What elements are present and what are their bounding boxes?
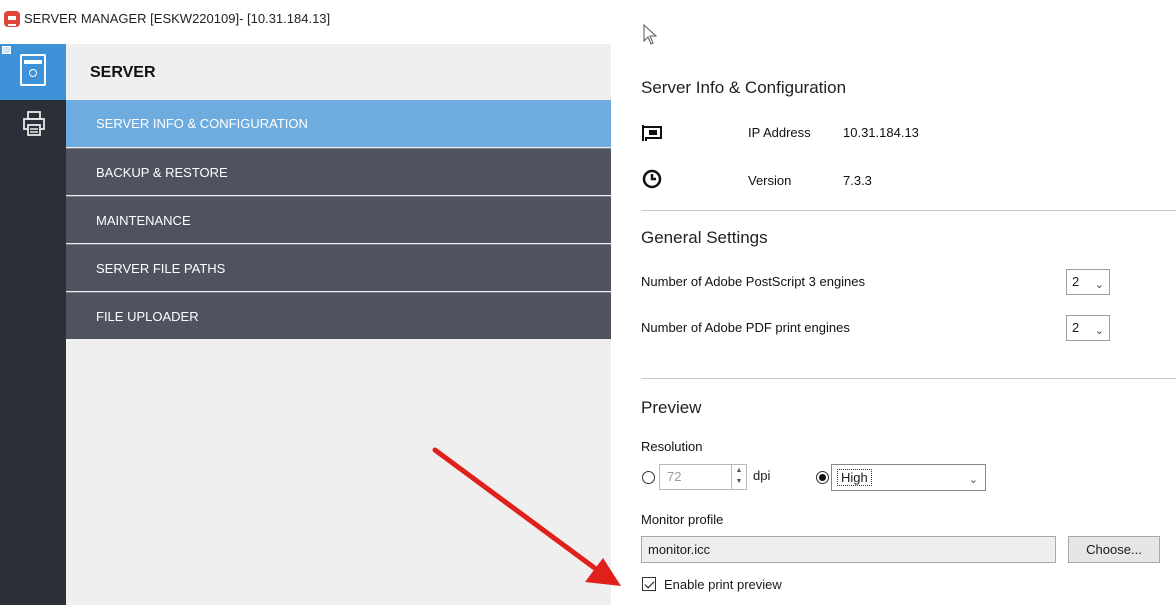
dpi-spinbox[interactable]: 72 ▲ ▼ [659,464,747,490]
chevron-down-icon: ⌄ [1094,279,1104,291]
chevron-down-icon: ⌄ [968,474,978,486]
version-label: Version [748,173,792,188]
resolution-label: Resolution [641,439,703,454]
clock-icon [642,169,662,189]
dpi-radio[interactable] [642,471,655,484]
title-bar: SERVER MANAGER [ESKW220109]- [10.31.184.… [0,0,612,44]
enable-print-preview-checkbox[interactable] [642,577,656,591]
resolution-select[interactable]: High ⌄ [831,464,986,491]
rail-item-server[interactable] [0,44,66,100]
resolution-select-value: High [837,469,872,486]
section-divider [641,210,1176,211]
sidebar-item-file-uploader[interactable]: FILE UPLOADER [66,292,611,339]
server-tag-icon [2,46,11,54]
ip-address-value: 10.31.184.13 [843,125,919,140]
spin-arrows-icon[interactable]: ▲ ▼ [731,465,746,489]
mouse-cursor-icon [643,24,658,45]
pdf-engines-select[interactable]: 2 ⌄ [1066,315,1110,341]
postscript-engines-value: 2 [1072,274,1080,289]
pdf-engines-label: Number of Adobe PDF print engines [641,320,850,335]
preview-title: Preview [641,398,702,417]
postscript-engines-select[interactable]: 2 ⌄ [1066,269,1110,295]
sidebar-item-server-info[interactable]: SERVER INFO & CONFIGURATION [66,100,611,147]
monitor-profile-field[interactable]: monitor.icc [641,536,1056,563]
dpi-unit-label: dpi [753,468,771,483]
general-settings-title: General Settings [641,228,768,247]
chevron-down-icon: ⌄ [1094,325,1104,337]
ip-address-label: IP Address [748,125,811,140]
sidebar-title: SERVER [90,64,156,81]
icon-rail [0,44,66,605]
main-panel: Server Info & Configuration IP Address 1… [612,0,1176,605]
app-icon [4,11,20,27]
section-divider [641,378,1176,379]
dpi-value: 72 [667,469,682,484]
monitor-profile-label: Monitor profile [641,512,724,527]
sidebar-header: SERVER [66,44,611,100]
enable-print-preview-label: Enable print preview [664,577,782,592]
postscript-engines-label: Number of Adobe PostScript 3 engines [641,274,866,289]
pdf-engines-value: 2 [1072,320,1080,335]
monitor-profile-value: monitor.icc [648,542,711,557]
server-icon [20,54,46,86]
network-card-icon [642,125,662,141]
sidebar-item-backup-restore[interactable]: BACKUP & RESTORE [66,148,611,195]
server-info-title: Server Info & Configuration [641,78,847,97]
choose-button[interactable]: Choose... [1068,536,1160,563]
annotation-arrow-icon [432,447,621,586]
window-title: SERVER MANAGER [ESKW220109]- [10.31.184.… [24,11,331,26]
printer-icon [23,111,45,136]
rail-item-printer[interactable] [0,100,66,156]
version-value: 7.3.3 [843,173,872,188]
sidebar-item-server-file-paths[interactable]: SERVER FILE PATHS [66,244,611,291]
high-resolution-radio[interactable] [816,471,829,484]
sidebar-item-maintenance[interactable]: MAINTENANCE [66,196,611,243]
